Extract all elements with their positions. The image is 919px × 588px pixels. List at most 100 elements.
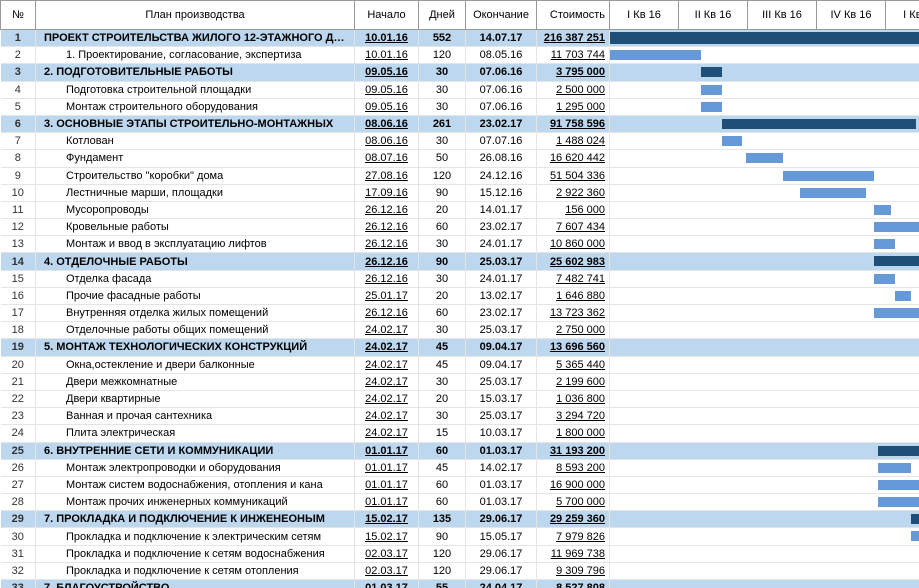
cell-n[interactable]: 2: [1, 47, 36, 64]
cell-cost[interactable]: 16 900 000: [537, 476, 610, 493]
cell-cost[interactable]: 16 620 442: [537, 150, 610, 167]
table-row[interactable]: 297. ПРОКЛАДКА И ПОДКЛЮЧЕНИЕ К ИНЖЕНЕОНЫ…: [1, 511, 919, 528]
cell-n[interactable]: 28: [1, 494, 36, 511]
cell-start[interactable]: 26.12.16: [355, 201, 419, 218]
cell-n[interactable]: 26: [1, 459, 36, 476]
cell-name[interactable]: Прокладка и подключение к сетям водоснаб…: [36, 545, 355, 562]
cell-n[interactable]: 13: [1, 236, 36, 253]
cell-days[interactable]: 120: [419, 47, 466, 64]
cell-end[interactable]: 09.04.17: [466, 339, 537, 356]
cell-start[interactable]: 01.01.17: [355, 476, 419, 493]
cell-cost[interactable]: 11 969 738: [537, 545, 610, 562]
table-row[interactable]: 1ПРОЕКТ СТРОИТЕЛЬСТВА ЖИЛОГО 12-ЭТАЖНОГО…: [1, 30, 919, 47]
cell-n[interactable]: 20: [1, 356, 36, 373]
cell-end[interactable]: 13.02.17: [466, 287, 537, 304]
table-row[interactable]: 8Фундамент08.07.165026.08.1616 620 442: [1, 150, 919, 167]
table-row[interactable]: 31Прокладка и подключение к сетям водосн…: [1, 545, 919, 562]
cell-days[interactable]: 45: [419, 339, 466, 356]
cell-days[interactable]: 60: [419, 219, 466, 236]
cell-days[interactable]: 30: [419, 373, 466, 390]
cell-name[interactable]: Двери межкомнатные: [36, 373, 355, 390]
cell-start[interactable]: 09.05.16: [355, 81, 419, 98]
cell-start[interactable]: 01.03.17: [355, 580, 419, 588]
table-row[interactable]: 10Лестничные марши, площадки17.09.169015…: [1, 184, 919, 201]
cell-name[interactable]: Кровельные работы: [36, 219, 355, 236]
cell-n[interactable]: 7: [1, 133, 36, 150]
table-row[interactable]: 4Подготовка строительной площадки09.05.1…: [1, 81, 919, 98]
cell-name[interactable]: Лестничные марши, площадки: [36, 184, 355, 201]
cell-n[interactable]: 29: [1, 511, 36, 528]
cell-n[interactable]: 16: [1, 287, 36, 304]
cell-name[interactable]: 2. ПОДГОТОВИТЕЛЬНЫЕ РАБОТЫ: [36, 64, 355, 81]
cell-start[interactable]: 26.12.16: [355, 253, 419, 270]
cell-n[interactable]: 30: [1, 528, 36, 545]
cell-cost[interactable]: 1 646 880: [537, 287, 610, 304]
cell-days[interactable]: 45: [419, 459, 466, 476]
cell-days[interactable]: 261: [419, 115, 466, 132]
cell-cost[interactable]: 5 365 440: [537, 356, 610, 373]
cell-n[interactable]: 17: [1, 305, 36, 322]
cell-name[interactable]: 7. БЛАГОУСТРОЙСТВО: [36, 580, 355, 588]
cell-end[interactable]: 15.12.16: [466, 184, 537, 201]
cell-end[interactable]: 23.02.17: [466, 219, 537, 236]
table-row[interactable]: 32. ПОДГОТОВИТЕЛЬНЫЕ РАБОТЫ09.05.163007.…: [1, 64, 919, 81]
cell-days[interactable]: 60: [419, 442, 466, 459]
cell-n[interactable]: 11: [1, 201, 36, 218]
cell-cost[interactable]: 1 036 800: [537, 390, 610, 407]
cell-cost[interactable]: 51 504 336: [537, 167, 610, 184]
cell-days[interactable]: 90: [419, 184, 466, 201]
cell-days[interactable]: 90: [419, 253, 466, 270]
cell-days[interactable]: 120: [419, 545, 466, 562]
cell-name[interactable]: Подготовка строительной площадки: [36, 81, 355, 98]
cell-days[interactable]: 120: [419, 167, 466, 184]
cell-n[interactable]: 4: [1, 81, 36, 98]
cell-end[interactable]: 29.06.17: [466, 511, 537, 528]
table-row[interactable]: 16Прочие фасадные работы25.01.172013.02.…: [1, 287, 919, 304]
cell-n[interactable]: 31: [1, 545, 36, 562]
table-row[interactable]: 63. ОСНОВНЫЕ ЭТАПЫ СТРОИТЕЛЬНО-МОНТАЖНЫХ…: [1, 115, 919, 132]
cell-end[interactable]: 07.07.16: [466, 133, 537, 150]
cell-days[interactable]: 120: [419, 562, 466, 579]
cell-n[interactable]: 14: [1, 253, 36, 270]
cell-name[interactable]: 5. МОНТАЖ ТЕХНОЛОГИЧЕСКИХ КОНСТРУКЦИЙ: [36, 339, 355, 356]
cell-cost[interactable]: 25 602 983: [537, 253, 610, 270]
cell-end[interactable]: 09.04.17: [466, 356, 537, 373]
table-row[interactable]: 9Строительство "коробки" дома27.08.16120…: [1, 167, 919, 184]
cell-n[interactable]: 1: [1, 30, 36, 47]
cell-end[interactable]: 24.04.17: [466, 580, 537, 588]
cell-days[interactable]: 20: [419, 390, 466, 407]
cell-cost[interactable]: 7 979 826: [537, 528, 610, 545]
cell-cost[interactable]: 5 700 000: [537, 494, 610, 511]
cell-start[interactable]: 15.02.17: [355, 511, 419, 528]
cell-name[interactable]: Котлован: [36, 133, 355, 150]
header-q4-16[interactable]: IV Кв 16: [817, 1, 886, 30]
table-row[interactable]: 18Отделочные работы общих помещений24.02…: [1, 322, 919, 339]
cell-end[interactable]: 01.03.17: [466, 442, 537, 459]
cell-start[interactable]: 02.03.17: [355, 545, 419, 562]
cell-n[interactable]: 27: [1, 476, 36, 493]
header-start[interactable]: Начало: [355, 1, 419, 30]
cell-cost[interactable]: 2 750 000: [537, 322, 610, 339]
cell-start[interactable]: 17.09.16: [355, 184, 419, 201]
cell-end[interactable]: 25.03.17: [466, 408, 537, 425]
cell-start[interactable]: 24.02.17: [355, 390, 419, 407]
cell-cost[interactable]: 13 723 362: [537, 305, 610, 322]
table-row[interactable]: 195. МОНТАЖ ТЕХНОЛОГИЧЕСКИХ КОНСТРУКЦИЙ2…: [1, 339, 919, 356]
cell-cost[interactable]: 1 800 000: [537, 425, 610, 442]
cell-name[interactable]: Монтаж и ввод в эксплуатацию лифтов: [36, 236, 355, 253]
table-row[interactable]: 7Котлован08.06.163007.07.161 488 024: [1, 133, 919, 150]
cell-n[interactable]: 18: [1, 322, 36, 339]
cell-cost[interactable]: 2 922 360: [537, 184, 610, 201]
cell-n[interactable]: 23: [1, 408, 36, 425]
cell-cost[interactable]: 9 309 796: [537, 562, 610, 579]
cell-n[interactable]: 3: [1, 64, 36, 81]
cell-end[interactable]: 23.02.17: [466, 305, 537, 322]
cell-cost[interactable]: 8 527 808: [537, 580, 610, 588]
cell-n[interactable]: 10: [1, 184, 36, 201]
cell-start[interactable]: 26.12.16: [355, 219, 419, 236]
cell-end[interactable]: 24.01.17: [466, 236, 537, 253]
cell-start[interactable]: 24.02.17: [355, 425, 419, 442]
cell-days[interactable]: 15: [419, 425, 466, 442]
cell-days[interactable]: 30: [419, 133, 466, 150]
cell-name[interactable]: Монтаж прочих инженерных коммуникаций: [36, 494, 355, 511]
